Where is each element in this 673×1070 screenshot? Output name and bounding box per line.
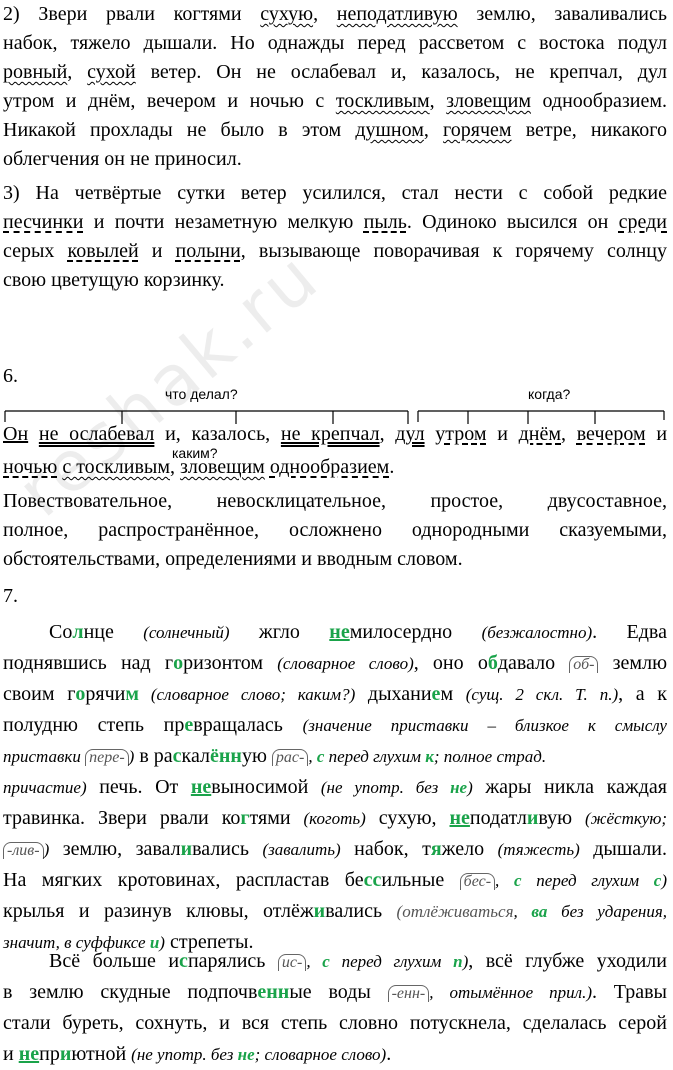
para2-line4: утром и днём, вечером и ночью с тоскливы… bbox=[3, 90, 667, 112]
paragraph-3: 3) На четвёртые сутки ветер усилился, ст… bbox=[3, 179, 667, 295]
section-7-number: 7. bbox=[3, 585, 18, 607]
para2-line2: набок, тяжело дышали. Но однажды перед р… bbox=[3, 32, 667, 54]
description-line3: обстоятельствами, определениями и вводны… bbox=[3, 548, 463, 570]
question-when: когда? bbox=[528, 386, 571, 402]
suffix-mark: -енн- bbox=[387, 985, 430, 1002]
para3-line2: песчинки и почти незаметную мелкую пыль.… bbox=[3, 211, 667, 233]
section-7-text-2: Всё больше испарялись ис-, с перед глухи… bbox=[3, 950, 667, 1065]
question-what-did: что делал? bbox=[165, 386, 238, 402]
para2-line3: ровный, сухой ветер. Он не ослабевал и, … bbox=[3, 61, 668, 83]
para3-line4: свою цветущую корзинку. bbox=[3, 269, 225, 291]
para3-line3: серых ковылей и полыни, вызывающе повора… bbox=[3, 240, 667, 262]
para2-line6: облегчения он не приносил. bbox=[3, 148, 242, 170]
sentence-description: Повествовательное, невосклицательное, пр… bbox=[3, 487, 667, 574]
prefix-mark: ис- bbox=[277, 954, 307, 971]
para2-line1: 2) Звери рвали когтями сухую, неподатлив… bbox=[3, 3, 668, 25]
prefix-mark: бес- bbox=[459, 873, 496, 890]
sentence-line1: Он не ослабевал и, казалось, не крепчал,… bbox=[3, 423, 668, 445]
prefix-mark: пере- bbox=[85, 749, 129, 766]
paragraph-2: 2) Звери рвали когтями сухую, неподатлив… bbox=[3, 0, 667, 174]
section-7-text: Солнце (солнечный) жгло немилосердно (бе… bbox=[3, 621, 668, 953]
para3-line1: 3) На четвёртые сутки ветер усилился, ст… bbox=[3, 182, 667, 204]
description-line2: полное, распространённое, осложнено одно… bbox=[3, 519, 667, 541]
para2-line5: Никакой прохлады не было в этом душном, … bbox=[3, 119, 667, 141]
suffix-mark: -лив- bbox=[3, 842, 44, 859]
prefix-mark: об- bbox=[569, 656, 599, 673]
prefix-mark: рас- bbox=[271, 749, 309, 766]
description-line1: Повествовательное, невосклицательное, пр… bbox=[3, 490, 667, 512]
sentence-line2: ночью с тоскливым, зловещим однообразием… bbox=[3, 456, 395, 478]
